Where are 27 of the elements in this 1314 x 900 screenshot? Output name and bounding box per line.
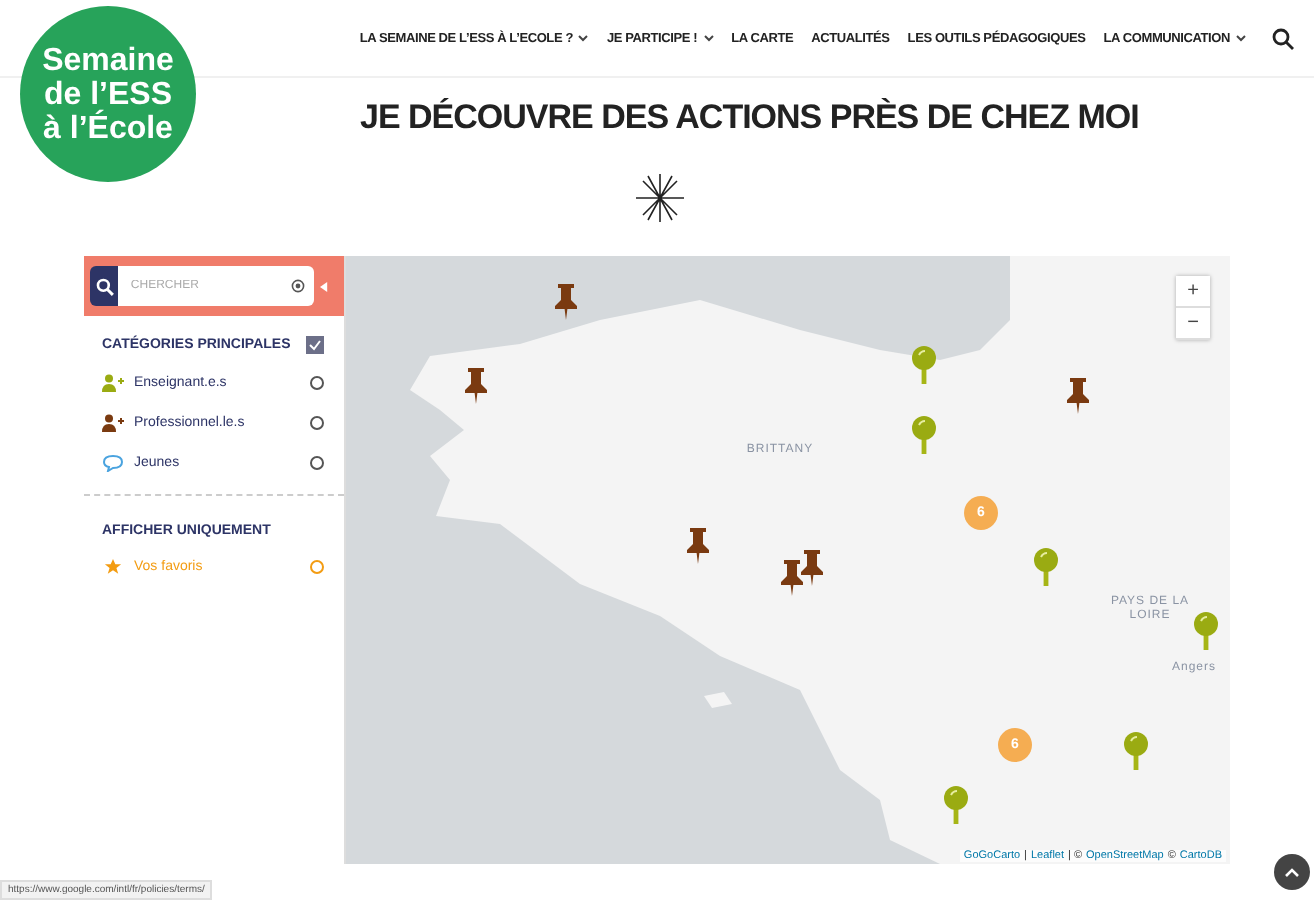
pushpin-icon[interactable] (462, 368, 490, 404)
caret-icon[interactable] (578, 34, 589, 42)
island-shape (704, 692, 732, 708)
asterisk-icon (634, 172, 686, 224)
caret-icon[interactable] (1236, 34, 1246, 42)
pushpin-icon[interactable] (778, 560, 806, 596)
search-button[interactable] (90, 266, 119, 306)
radio-button[interactable] (310, 456, 324, 470)
zoom-in-button[interactable]: + (1176, 276, 1210, 308)
caret-icon[interactable] (703, 34, 714, 42)
pushpin-icon[interactable] (552, 284, 580, 320)
search-icon[interactable] (95, 277, 114, 295)
search-icon[interactable] (1272, 27, 1294, 49)
pushpin-icon[interactable] (798, 550, 826, 586)
zoom-out-button[interactable]: − (1176, 308, 1210, 340)
checkbox[interactable] (306, 336, 324, 354)
collapse-icon[interactable] (320, 279, 328, 293)
page-title: JE DÉCOUVRE DES ACTIONS PRÈS DE CHEZ MOI (360, 98, 1141, 138)
radio-button[interactable] (310, 560, 324, 574)
locate-icon[interactable] (290, 278, 307, 294)
pushpin-icon[interactable] (684, 528, 712, 564)
star-icon (102, 558, 124, 576)
scroll-top-button[interactable] (1274, 854, 1310, 890)
pushpin-icon[interactable] (1064, 378, 1092, 414)
chevron-up-icon[interactable] (1284, 867, 1300, 877)
radio-button[interactable] (310, 376, 324, 390)
radio-button[interactable] (310, 416, 324, 430)
